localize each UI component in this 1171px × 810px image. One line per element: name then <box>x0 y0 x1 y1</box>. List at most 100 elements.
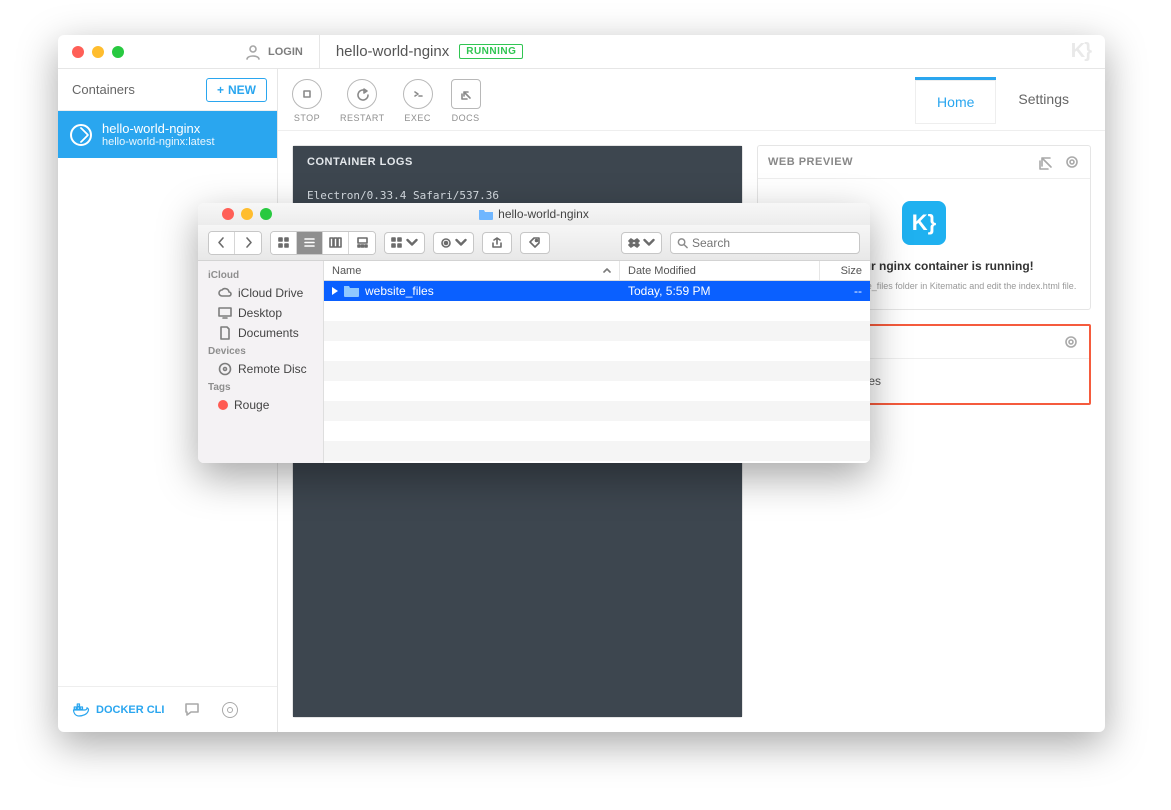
tabs: Home Settings <box>915 77 1091 124</box>
exec-button[interactable]: EXEC <box>403 79 433 123</box>
restart-icon <box>355 87 369 101</box>
list-row-empty <box>324 321 870 341</box>
plus-icon: + <box>217 83 224 97</box>
folder-icon <box>479 209 493 220</box>
gallery-view-button[interactable] <box>349 232 375 254</box>
file-size: -- <box>820 284 870 298</box>
dropbox-button[interactable] <box>621 232 662 254</box>
chevron-down-icon <box>643 237 655 249</box>
dropbox-icon <box>628 237 640 249</box>
devices-heading: Devices <box>198 343 323 359</box>
gear-icon[interactable] <box>1064 154 1080 170</box>
file-date: Today, 5:59 PM <box>620 284 820 298</box>
zoom-dot[interactable] <box>260 208 272 220</box>
list-row-empty <box>324 301 870 321</box>
arrange-button[interactable] <box>384 232 425 254</box>
sidebar-item-tag-rouge[interactable]: Rouge <box>198 395 323 415</box>
list-row-empty <box>324 421 870 441</box>
icon-view-button[interactable] <box>271 232 297 254</box>
finder-search[interactable] <box>670 232 860 254</box>
finder-list: Name Date Modified Size website_files To… <box>324 261 870 463</box>
restart-button[interactable]: RESTART <box>340 79 385 123</box>
forward-button[interactable] <box>235 232 261 254</box>
exec-label: EXEC <box>404 113 431 123</box>
share-button[interactable] <box>482 232 512 254</box>
search-input[interactable] <box>692 236 853 250</box>
feedback-button[interactable] <box>182 700 202 720</box>
container-name: hello-world-nginx <box>102 121 215 136</box>
icloud-heading: iCloud <box>198 267 323 283</box>
sidebar-item-remote-disc[interactable]: Remote Disc <box>198 359 323 379</box>
login-button[interactable]: LOGIN <box>244 43 303 61</box>
container-image: hello-world-nginx:latest <box>102 136 215 148</box>
open-external-icon[interactable] <box>1038 154 1054 170</box>
gear-icon <box>440 237 452 249</box>
tag-color-icon <box>218 400 228 410</box>
disc-icon <box>218 362 232 376</box>
tags-button[interactable] <box>520 232 550 254</box>
minimize-dot[interactable] <box>92 46 104 58</box>
login-label: LOGIN <box>268 46 303 58</box>
finder-window: hello-world-nginx <box>198 203 870 463</box>
zoom-dot[interactable] <box>112 46 124 58</box>
close-dot[interactable] <box>72 46 84 58</box>
col-date[interactable]: Date Modified <box>620 261 820 280</box>
action-button[interactable] <box>433 232 474 254</box>
stop-icon <box>300 87 314 101</box>
new-container-button[interactable]: + NEW <box>206 78 267 102</box>
user-icon <box>244 43 262 61</box>
chat-icon <box>183 701 201 719</box>
sort-asc-icon <box>603 267 611 275</box>
col-size[interactable]: Size <box>820 261 870 280</box>
col-name[interactable]: Name <box>324 261 620 280</box>
desktop-icon <box>218 306 232 320</box>
close-dot[interactable] <box>222 208 234 220</box>
status-badge: RUNNING <box>459 44 523 59</box>
back-button[interactable] <box>209 232 235 254</box>
gear-icon[interactable] <box>1063 334 1079 350</box>
search-icon <box>677 237 688 249</box>
sidebar-title: Containers <box>72 82 135 97</box>
list-row-empty <box>324 341 870 361</box>
sidebar-footer: DOCKER CLI <box>58 686 277 732</box>
sidebar-item-desktop[interactable]: Desktop <box>198 303 323 323</box>
minimize-dot[interactable] <box>241 208 253 220</box>
finder-titlebar: hello-world-nginx <box>198 203 870 225</box>
list-view-button[interactable] <box>297 232 323 254</box>
finder-toolbar <box>198 225 870 261</box>
list-header: Name Date Modified Size <box>324 261 870 281</box>
list-row-website_files[interactable]: website_files Today, 5:59 PM -- <box>324 281 870 301</box>
tags-heading: Tags <box>198 379 323 395</box>
list-row-empty <box>324 361 870 381</box>
stop-button[interactable]: STOP <box>292 79 322 123</box>
tag-icon <box>529 237 541 249</box>
chevron-down-icon <box>406 237 418 249</box>
separator <box>319 35 320 69</box>
list-row-empty <box>324 381 870 401</box>
docker-cli-button[interactable]: DOCKER CLI <box>72 702 164 718</box>
sidebar-header: Containers + NEW <box>58 69 277 111</box>
settings-button[interactable] <box>220 700 240 720</box>
sidebar-item-documents[interactable]: Documents <box>198 323 323 343</box>
docs-label: DOCS <box>452 113 480 123</box>
external-icon <box>459 87 473 101</box>
finder-sidebar: iCloud iCloud Drive Desktop Documents De… <box>198 261 324 463</box>
tab-settings[interactable]: Settings <box>996 77 1091 124</box>
disclosure-icon[interactable] <box>332 287 338 295</box>
titlebar: LOGIN hello-world-nginx RUNNING K} <box>58 35 1105 69</box>
restart-label: RESTART <box>340 113 385 123</box>
sidebar-item-hello-world-nginx[interactable]: hello-world-nginx hello-world-nginx:late… <box>58 111 277 158</box>
gear-icon <box>222 702 238 718</box>
cli-label: DOCKER CLI <box>96 704 164 716</box>
documents-icon <box>218 326 232 340</box>
chevron-down-icon <box>455 237 467 249</box>
stop-label: STOP <box>294 113 320 123</box>
new-label: NEW <box>228 83 256 97</box>
sidebar-item-icloud-drive[interactable]: iCloud Drive <box>198 283 323 303</box>
column-view-button[interactable] <box>323 232 349 254</box>
brand-logo: K} <box>1071 40 1091 63</box>
tab-home[interactable]: Home <box>915 77 996 124</box>
docs-button[interactable]: DOCS <box>451 79 481 123</box>
whale-icon <box>72 702 90 718</box>
list-row-empty <box>324 441 870 461</box>
